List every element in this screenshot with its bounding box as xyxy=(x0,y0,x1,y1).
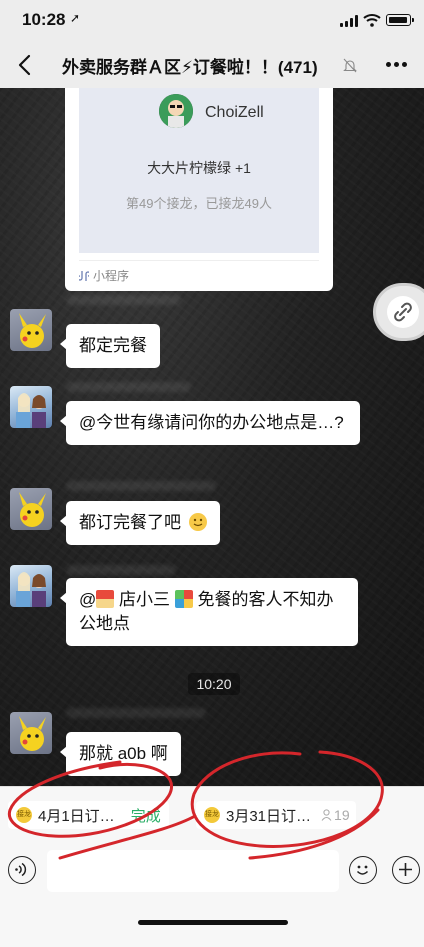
mute-bell-icon xyxy=(343,58,357,73)
message-text: 都订完餐了吧 xyxy=(79,513,181,532)
message-input[interactable] xyxy=(47,850,339,892)
avatar[interactable] xyxy=(10,386,52,428)
miniprogram-card[interactable]: ChoiZell 大大片柠檬绿 +1 第49个接龙，已接龙49人 小程序 xyxy=(65,88,333,291)
chat-header: 外卖服务群Ａ区⚡订餐啦！！(471) xyxy=(0,42,424,88)
chip-count-value: 19 xyxy=(334,807,350,823)
message-bubble[interactable]: @ 店小三 免餐的客人不知办公地点 xyxy=(60,578,358,646)
avatar[interactable] xyxy=(10,565,52,607)
card-name: ChoiZell xyxy=(205,104,264,121)
message-text: @ xyxy=(79,590,97,609)
smile-emoji-icon xyxy=(188,513,207,531)
chat-area[interactable]: ChoiZell 大大片柠檬绿 +1 第49个接龙，已接龙49人 小程序 都定完… xyxy=(0,88,424,786)
avatar[interactable] xyxy=(10,488,52,530)
wifi-icon xyxy=(363,14,381,27)
voice-icon[interactable] xyxy=(8,856,36,884)
solitaire-badge-icon: 接龙 xyxy=(204,807,220,823)
message-bubble[interactable]: @今世有缘请问你的办公地点是…? xyxy=(60,401,360,445)
solitaire-bar: 接龙 4月1日订… 完成 接龙 3月31日订… 19 xyxy=(0,786,424,842)
sender-name-blurred xyxy=(66,481,216,491)
message-text: 那就 a0b 啊 xyxy=(79,744,168,763)
more-icon[interactable] xyxy=(386,62,408,68)
card-footer: 小程序 xyxy=(79,267,129,284)
plus-icon[interactable] xyxy=(392,856,420,884)
card-avatar xyxy=(159,94,193,128)
avatar[interactable] xyxy=(10,712,52,754)
location-icon: ➚ xyxy=(70,11,81,25)
emoji-icon[interactable] xyxy=(349,856,377,884)
message-text: 店小三 xyxy=(114,590,175,609)
floating-link-button[interactable] xyxy=(373,283,424,341)
sender-name-blurred xyxy=(66,382,191,392)
back-icon[interactable] xyxy=(12,50,38,80)
umbrella-emoji-icon xyxy=(174,590,193,608)
message-text: @今世有缘请问你的办公地点是…? xyxy=(79,413,344,432)
timestamp: 10:20 xyxy=(188,673,240,695)
message-bubble[interactable]: 那就 a0b 啊 xyxy=(60,732,181,776)
link-icon xyxy=(394,302,412,322)
card-footer-label: 小程序 xyxy=(93,269,130,283)
chip-label: 3月31日订… xyxy=(226,807,312,825)
signal-icon xyxy=(340,15,358,27)
sender-name-blurred xyxy=(66,295,181,305)
card-preview: ChoiZell 大大片柠檬绿 +1 第49个接龙，已接龙49人 xyxy=(79,88,319,253)
battery-icon xyxy=(386,14,414,26)
card-line2: 第49个接龙，已接龙49人 xyxy=(126,196,272,211)
miniprogram-icon xyxy=(79,271,89,281)
person-icon xyxy=(321,809,332,821)
solitaire-chip-march31[interactable]: 接龙 3月31日订… 19 xyxy=(196,801,356,829)
card-divider xyxy=(79,260,319,261)
chat-title: 外卖服务群Ａ区⚡订餐啦！！(471) xyxy=(62,58,318,77)
sender-name-blurred xyxy=(66,565,176,575)
message-text: 都定完餐 xyxy=(79,336,147,355)
sender-name-blurred xyxy=(66,708,206,718)
message-bubble[interactable]: 都定完餐 xyxy=(60,324,160,368)
solitaire-chip-april1[interactable]: 接龙 4月1日订… 完成 xyxy=(8,801,169,829)
status-time: 10:28 xyxy=(22,10,66,29)
chip-label: 4月1日订… xyxy=(38,807,115,825)
chip-count: 19 xyxy=(321,807,350,823)
status-bar: 10:28 ➚ xyxy=(0,0,424,42)
message-bubble[interactable]: 都订完餐了吧 xyxy=(60,501,220,545)
card-line1: 大大片柠檬绿 +1 xyxy=(147,160,251,176)
solitaire-badge-icon: 接龙 xyxy=(16,807,32,823)
input-bar xyxy=(0,842,424,947)
avatar[interactable] xyxy=(10,309,52,351)
beach-umbrella-emoji-icon xyxy=(96,590,115,608)
home-indicator xyxy=(138,920,288,925)
chip-status: 完成 xyxy=(130,807,161,825)
